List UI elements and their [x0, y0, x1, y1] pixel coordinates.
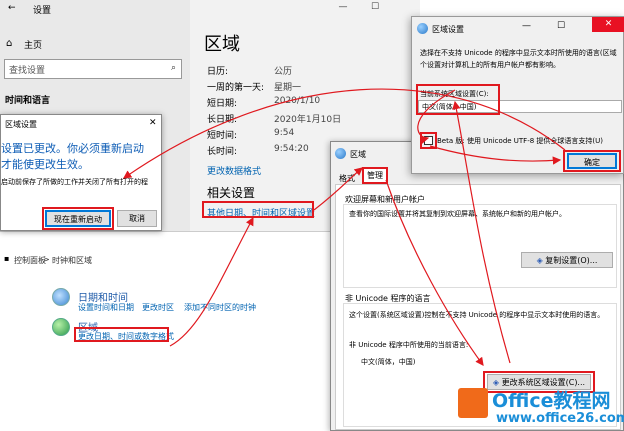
dialog-desc: 选择在不支持 Unicode 的程序中显示文本时所使用的语言(区域 — [420, 49, 617, 57]
dialog-title: 区域设置 — [5, 120, 37, 129]
copy-settings-button[interactable]: ◈ 复制设置(O)... — [521, 252, 613, 268]
alert-message: 才能使更改生效。 — [1, 158, 89, 171]
minimize-button[interactable]: — — [522, 21, 531, 31]
home-icon[interactable]: ⌂ — [6, 38, 12, 49]
row-value: 公历 — [274, 67, 293, 77]
row-label: 短日期: — [207, 99, 238, 109]
alert-note: 启动前保存了所做的工作并关闭了所有打开的程 — [1, 178, 148, 186]
annotation-box — [362, 167, 388, 184]
window-title: 设置 — [33, 6, 52, 16]
watermark: Office教程网 www.office26.com — [458, 386, 624, 431]
row-label: 一周的第一天: — [207, 83, 265, 93]
breadcrumb-item[interactable]: 控制面板 — [14, 255, 46, 266]
current-locale-value: 中文(简体，中国) — [361, 358, 416, 366]
related-title: 相关设置 — [207, 186, 256, 200]
sidebar-item-home[interactable]: 主页 — [24, 38, 42, 51]
row-label: 长时间: — [207, 147, 238, 157]
row-value: 2020/1/10 — [274, 96, 321, 106]
office-logo-icon — [458, 388, 488, 418]
row-label: 长日期: — [207, 115, 238, 125]
control-panel-window: ▪ 控制面板 > 时钟和区域 日期和时间 设置时间和日期 更改时区 添加不同时区… — [0, 231, 332, 431]
datetime-link[interactable]: 设置时间和日期 — [78, 302, 134, 313]
globe-icon — [417, 23, 428, 34]
dialog-title: 区域 — [350, 150, 366, 159]
copy-settings-label: 复制设置(O)... — [545, 256, 598, 265]
row-value: 9:54 — [274, 128, 295, 138]
back-arrow-icon[interactable]: ← — [8, 3, 16, 13]
annotation-box — [420, 132, 437, 149]
globe-icon — [335, 148, 346, 159]
annotation-box — [202, 201, 314, 218]
current-locale-label: 非 Unicode 程序中所使用的当前语言: — [349, 341, 469, 349]
search-input[interactable]: 查找设置 — [4, 59, 182, 79]
breadcrumb-separator: > — [43, 255, 50, 264]
datetime-link[interactable]: 添加不同时区的时钟 — [184, 302, 256, 313]
control-panel-icon: ▪ — [4, 254, 10, 263]
close-button[interactable]: ✕ — [592, 17, 624, 32]
section-title: 时间和语言 — [5, 96, 51, 106]
row-value: 星期一 — [274, 83, 302, 93]
change-format-link[interactable]: 更改数据格式 — [207, 164, 261, 177]
close-button[interactable]: ✕ — [149, 118, 157, 128]
maximize-button[interactable]: ☐ — [557, 21, 565, 31]
row-value: 2020年1月10日 — [274, 115, 342, 125]
region-settings-dialog: 区域设置 — ☐ ✕ 选择在不支持 Unicode 的程序中显示文本时所使用的语… — [411, 16, 624, 174]
search-icon[interactable]: ⌕ — [171, 63, 176, 73]
minimize-button[interactable]: — — [328, 0, 358, 14]
group-desc: 这个设置(系统区域设置)控制在不支持 Unicode 的程序中显示文本时使用的语… — [349, 311, 605, 319]
shield-icon: ◈ — [536, 256, 543, 265]
dialog-desc: 个设置对计算机上的所有用户帐户都有影响。 — [420, 61, 560, 69]
row-value: 9:54:20 — [274, 144, 309, 154]
annotation-box — [74, 327, 169, 342]
beta-utf8-label: Beta 版: 使用 Unicode UTF-8 提供全球语言支持(U) — [437, 137, 604, 145]
dialog-title: 区域设置 — [432, 25, 464, 34]
annotation-box — [416, 84, 500, 115]
row-label: 短时间: — [207, 131, 238, 141]
datetime-link[interactable]: 更改时区 — [142, 302, 174, 313]
globe-icon — [52, 318, 70, 336]
watermark-brand: Office教程网 — [492, 390, 611, 412]
restart-alert-dialog: 区域设置 ✕ 设置已更改。你必须重新启动 才能使更改生效。 启动前保存了所做的工… — [0, 114, 162, 231]
clock-icon — [52, 288, 70, 306]
cancel-button[interactable]: 取消 — [117, 210, 157, 227]
group-desc: 查看你的国际设置并将其复制到欢迎屏幕、系统帐户和新的用户帐户。 — [349, 210, 566, 218]
annotation-box — [563, 150, 621, 172]
watermark-url: www.office26.com — [496, 411, 624, 426]
page-title: 区域 — [204, 34, 240, 55]
alert-message: 设置已更改。你必须重新启动 — [1, 142, 144, 155]
annotation-box — [42, 207, 114, 230]
row-label: 日历: — [207, 67, 229, 77]
maximize-button[interactable]: ☐ — [360, 0, 390, 14]
tab-formats[interactable]: 格式 — [339, 173, 355, 184]
breadcrumb-item[interactable]: 时钟和区域 — [52, 255, 92, 266]
